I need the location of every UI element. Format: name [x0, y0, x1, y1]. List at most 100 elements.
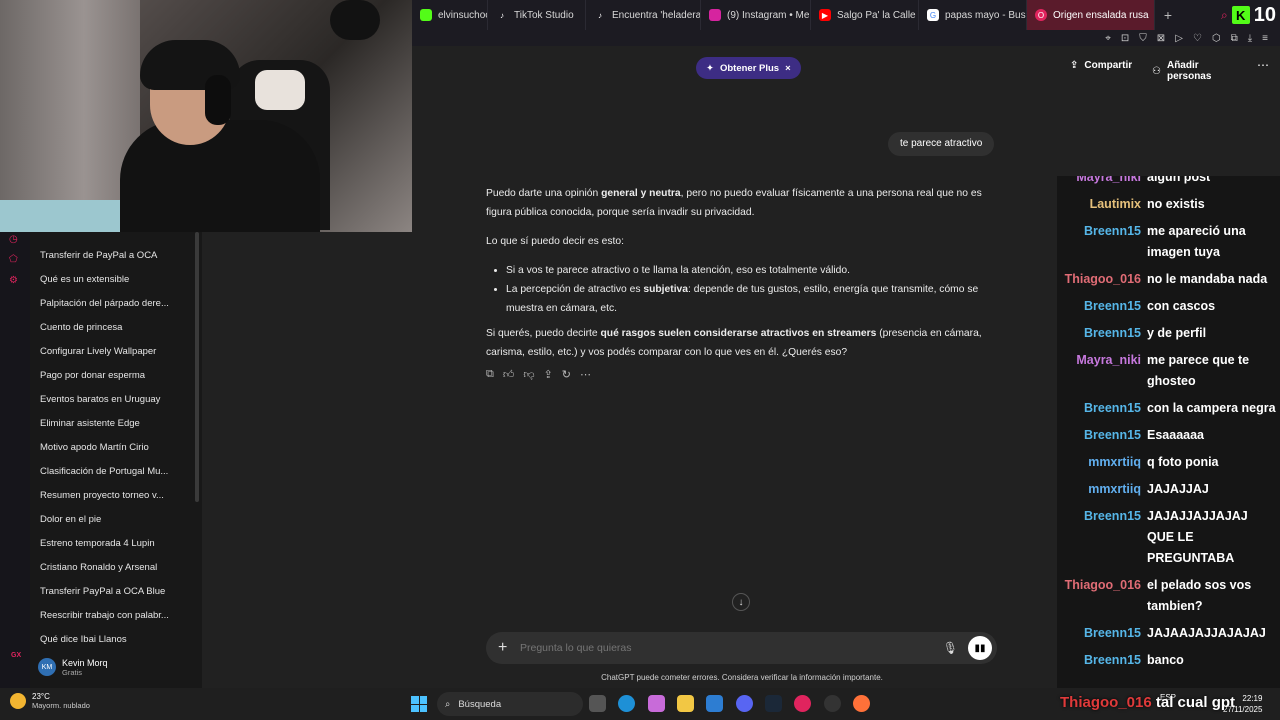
- firefox-icon[interactable]: [853, 695, 870, 712]
- chat-username[interactable]: Mayra_niki: [1057, 176, 1147, 188]
- voice-mode-button[interactable]: ▮▮: [968, 636, 992, 660]
- weather-widget[interactable]: 23°C Mayorm. nublado: [10, 692, 90, 710]
- chat-username[interactable]: mmxrtiiq: [1057, 479, 1147, 500]
- chat-username[interactable]: Breenn15: [1057, 398, 1147, 419]
- more-options-icon[interactable]: ⋯: [580, 368, 591, 381]
- attach-plus-icon[interactable]: +: [498, 639, 520, 657]
- tab-tiktok-search[interactable]: ♪ Encuentra 'heladera: [586, 0, 701, 30]
- get-plus-button[interactable]: ✦ Obtener Plus ×: [696, 57, 801, 79]
- windows-start-icon[interactable]: [411, 696, 427, 712]
- sidebar-item[interactable]: Configurar Lively Wallpaper: [30, 340, 198, 364]
- close-icon[interactable]: ×: [785, 63, 791, 74]
- puzzle-icon[interactable]: ⧉: [1231, 33, 1238, 44]
- answer-paragraph: Lo que sí puedo decir es esto:: [486, 236, 624, 247]
- opera-gx-icon[interactable]: [794, 695, 811, 712]
- sidebar-item[interactable]: Cuento de princesa: [30, 316, 198, 340]
- chat-history-sidebar: ◷ ⬠ ⚙ Transferir de PayPal a OCA Qué es …: [0, 232, 202, 688]
- extensions-icon[interactable]: ⬡: [1212, 33, 1221, 44]
- chat-message: Breenn15 con cascos: [1057, 293, 1280, 320]
- sidebar-item[interactable]: Palpitación del párpado dere...: [30, 292, 198, 316]
- chat-username[interactable]: Lautimix: [1057, 194, 1147, 215]
- download-icon[interactable]: ⤓: [1248, 33, 1252, 44]
- tab-ensalada-rusa[interactable]: O Origen ensalada rusa: [1027, 0, 1155, 30]
- chat-username[interactable]: Mayra_niki: [1057, 350, 1147, 392]
- share-icon[interactable]: ⇪: [544, 368, 553, 381]
- chat-username[interactable]: Thiagoo_016: [1057, 575, 1147, 617]
- obs-icon[interactable]: [824, 695, 841, 712]
- microphone-icon[interactable]: 🎙︎: [943, 641, 958, 655]
- task-view-icon[interactable]: [589, 695, 606, 712]
- prompt-input[interactable]: [520, 642, 943, 654]
- tab-instagram[interactable]: (9) Instagram • Men: [701, 0, 811, 30]
- add-people-label: Añadir personas: [1166, 60, 1212, 82]
- screenshot-icon[interactable]: ⊠: [1157, 33, 1165, 44]
- chat-username[interactable]: Breenn15: [1057, 296, 1147, 317]
- rail-shortcut-icon[interactable]: ⬠: [9, 254, 21, 266]
- overlay-text: tal cual gpt: [1155, 694, 1236, 711]
- sidebar-item[interactable]: Reescribir trabajo con palabr...: [30, 604, 198, 628]
- file-explorer-icon[interactable]: [677, 695, 694, 712]
- chat-username[interactable]: Breenn15: [1057, 506, 1147, 569]
- sidebar-item[interactable]: Qué es un extensible: [30, 268, 198, 292]
- tab-youtube[interactable]: ▶ Salgo Pa' la Calle: [811, 0, 919, 30]
- kick-logo-icon: K: [1231, 6, 1250, 24]
- taskbar-search[interactable]: ⌕ Búsqueda: [437, 692, 583, 716]
- sidebar-item[interactable]: Estreno temporada 4 Lupin: [30, 532, 198, 556]
- chat-username[interactable]: Breenn15: [1057, 221, 1147, 263]
- store-icon[interactable]: [706, 695, 723, 712]
- scroll-down-button[interactable]: ↓: [732, 593, 750, 611]
- user-account-button[interactable]: KM Kevin Morq Gratis: [30, 652, 198, 682]
- settings-icon[interactable]: ⚙: [9, 275, 21, 287]
- webcam-wall: [0, 0, 140, 232]
- chat-username[interactable]: Breenn15: [1057, 323, 1147, 344]
- menu-icon[interactable]: ≡: [1262, 33, 1268, 44]
- answer-list: Si a vos te parece atractivo o te llama …: [506, 261, 996, 318]
- chat-username[interactable]: Breenn15: [1057, 425, 1147, 446]
- chat-message: mmxrtiiq JAJAJJAJ: [1057, 476, 1280, 503]
- sidebar-item[interactable]: Eventos baratos en Uruguay: [30, 388, 198, 412]
- steam-icon[interactable]: [765, 695, 782, 712]
- thumbs-down-icon[interactable]: 👎︎: [523, 368, 534, 381]
- regenerate-icon[interactable]: ↻: [562, 368, 571, 381]
- sidebar-item[interactable]: Clasificación de Portugal Mu...: [30, 460, 198, 484]
- answer-bold: general y neutra: [601, 188, 681, 199]
- chat-username[interactable]: Thiagoo_016: [1057, 269, 1147, 290]
- edge-icon[interactable]: [618, 695, 635, 712]
- browser-side-rail: ◷ ⬠ ⚙: [0, 232, 30, 688]
- chat-username[interactable]: Breenn15: [1057, 650, 1147, 671]
- sidebar-item[interactable]: Pago por donar esperma: [30, 364, 198, 388]
- message-actions: ⧉ 👍︎ 👎︎ ⇪ ↻ ⋯: [486, 368, 591, 381]
- heart-icon[interactable]: ♡: [1193, 33, 1202, 44]
- sidebar-item[interactable]: Transferir PayPal a OCA Blue: [30, 580, 198, 604]
- share-label: Compartir: [1084, 60, 1133, 71]
- tab-tiktok-studio[interactable]: ♪ TikTok Studio: [488, 0, 586, 30]
- sidebar-item[interactable]: Cristiano Ronaldo y Arsenal: [30, 556, 198, 580]
- sidebar-item[interactable]: Transferir de PayPal a OCA: [30, 244, 198, 268]
- bookmark-icon[interactable]: ⊡: [1121, 33, 1129, 44]
- search-icon[interactable]: ⌕: [1221, 8, 1228, 23]
- sidebar-item[interactable]: Resumen proyecto torneo v...: [30, 484, 198, 508]
- tab-kick[interactable]: elvinsuchooo Stre: [412, 0, 488, 30]
- sidebar-item[interactable]: Eliminar asistente Edge: [30, 412, 198, 436]
- history-icon[interactable]: ◷: [9, 234, 21, 246]
- sidebar-item[interactable]: Motivo apodo Martín Cirio: [30, 436, 198, 460]
- discord-icon[interactable]: [736, 695, 753, 712]
- sidebar-scrollbar[interactable]: [195, 232, 199, 502]
- tab-google[interactable]: Gpapas mayo - Busca: [919, 0, 1027, 30]
- copy-icon[interactable]: ⧉: [486, 368, 494, 381]
- sidebar-item[interactable]: Dolor en el pie: [30, 508, 198, 532]
- chat-username[interactable]: mmxrtiiq: [1057, 452, 1147, 473]
- shield-icon[interactable]: ⛉: [1139, 33, 1147, 44]
- chat-username[interactable]: Breenn15: [1057, 623, 1147, 644]
- weather-temp: 23°C: [32, 692, 50, 701]
- new-tab-button[interactable]: +: [1155, 7, 1181, 23]
- sidebar-item[interactable]: Qué dice Ibai Llanos: [30, 628, 198, 652]
- more-options-icon[interactable]: ⋯: [1257, 58, 1269, 72]
- play-icon[interactable]: ▷: [1175, 33, 1183, 44]
- thumbs-up-icon[interactable]: 👍︎: [503, 368, 515, 381]
- copilot-icon[interactable]: [648, 695, 665, 712]
- chat-message: Breenn15 con la campera negra: [1057, 395, 1280, 422]
- add-people-button[interactable]: ⚇ Añadir personas: [1152, 60, 1211, 82]
- share-button[interactable]: ⇪ Compartir: [1070, 60, 1132, 71]
- pin-icon[interactable]: ⌖: [1105, 33, 1111, 44]
